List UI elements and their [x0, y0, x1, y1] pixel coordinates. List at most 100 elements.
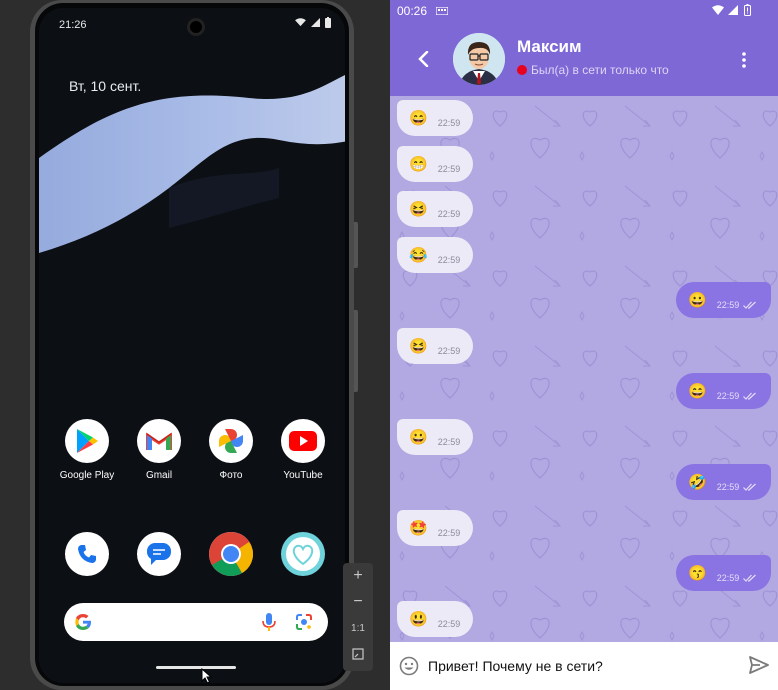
outgoing-message[interactable]: 😀 22:59: [676, 282, 771, 318]
android-status-icons: [295, 17, 331, 28]
message-time: 22:59: [437, 345, 461, 356]
message-time: 22:59: [437, 163, 461, 174]
read-checkmarks-icon: [743, 301, 757, 309]
app-label: YouTube: [283, 470, 323, 481]
fit-screen-icon: [352, 648, 364, 660]
heart-app-icon: [281, 532, 325, 576]
outgoing-message[interactable]: 😙 22:59: [676, 555, 771, 591]
android-status-time: 21:26: [59, 19, 87, 31]
read-checkmarks-icon: [743, 483, 757, 491]
message-time: 22:59: [716, 300, 740, 310]
message-time: 22:59: [437, 527, 461, 538]
message-input-bar: Привет! Почему не в сети?: [390, 642, 778, 690]
emulator-zoom-panel: + − 1:1: [343, 563, 373, 671]
phone-bezel: 21:26 Вт, 10 сент. Google Play Gmail Фот…: [35, 3, 349, 686]
incoming-message[interactable]: 😃 22:59: [397, 600, 473, 637]
phone-icon: [65, 532, 109, 576]
outgoing-message[interactable]: 🤣 22:59: [676, 464, 771, 500]
google-search-bar[interactable]: [64, 603, 328, 641]
incoming-message[interactable]: 😀 22:59: [397, 418, 473, 455]
app-photos[interactable]: Фото: [194, 419, 268, 481]
message-time: 22:59: [437, 118, 461, 128]
battery-alert-icon: [744, 4, 751, 16]
message-emoji: 😆: [409, 337, 428, 355]
notification-icon: [436, 7, 448, 15]
avatar-image: [453, 33, 505, 85]
app-phone[interactable]: [50, 532, 124, 576]
message-time: 22:59: [716, 391, 740, 401]
lens-icon[interactable]: [295, 613, 313, 631]
gmail-icon: [137, 419, 181, 463]
incoming-message[interactable]: 😆 22:59: [397, 191, 473, 227]
message-emoji: 😃: [409, 610, 428, 628]
fit-screen-button[interactable]: [343, 647, 373, 663]
message-emoji: 🤩: [409, 519, 428, 537]
message-time: 22:59: [437, 254, 461, 265]
mic-icon[interactable]: [262, 613, 276, 632]
zoom-ratio-button[interactable]: 1:1: [343, 623, 373, 634]
message-emoji: 😆: [409, 201, 428, 218]
message-time: 22:59: [716, 482, 740, 492]
telegram-status-bar: 00:26: [390, 0, 778, 22]
app-gmail[interactable]: Gmail: [122, 419, 196, 481]
message-emoji: 😁: [409, 155, 428, 173]
back-arrow-icon[interactable]: [417, 51, 429, 67]
chat-area[interactable]: 😄 22:59 😁 22:59 😆 22:59 😂 22:59 😀 22:59 😆 22:59 😄 22:…: [390, 96, 778, 642]
more-options-icon[interactable]: [741, 52, 747, 68]
status-dot: [517, 65, 527, 75]
google-play-icon: [65, 419, 109, 463]
emoji-icon[interactable]: [399, 656, 419, 676]
google-g-icon: [75, 614, 91, 630]
incoming-message[interactable]: 😆 22:59: [397, 327, 473, 364]
message-emoji: 😂: [409, 246, 428, 264]
message-emoji: 😀: [409, 428, 428, 446]
wifi-icon: [295, 18, 306, 27]
telegram-status-time: 00:26: [397, 4, 428, 18]
front-camera: [187, 18, 205, 36]
app-chrome[interactable]: [194, 532, 268, 576]
message-time: 22:59: [437, 209, 461, 219]
home-screen[interactable]: 21:26 Вт, 10 сент. Google Play Gmail Фот…: [39, 8, 345, 683]
app-google-play[interactable]: Google Play: [50, 419, 124, 481]
zoom-in-button[interactable]: +: [343, 567, 373, 585]
incoming-message[interactable]: 😂 22:59: [397, 236, 473, 273]
message-emoji: 🤣: [688, 474, 707, 491]
chat-header: Максим Был(а) в сети только что: [390, 22, 778, 96]
app-label: Google Play: [59, 470, 115, 481]
zoom-out-button[interactable]: −: [343, 593, 373, 611]
chrome-icon: [209, 532, 253, 576]
app-label: Фото: [219, 470, 243, 481]
messages-icon: [137, 532, 181, 576]
message-emoji: 😀: [688, 292, 707, 309]
send-icon[interactable]: [749, 656, 769, 674]
gesture-bar[interactable]: [156, 666, 236, 669]
signal-icon: [311, 18, 320, 27]
app-youtube[interactable]: YouTube: [266, 419, 340, 481]
read-checkmarks-icon: [743, 574, 757, 582]
contact-avatar[interactable]: [453, 33, 505, 85]
app-messages[interactable]: [122, 532, 196, 576]
incoming-message[interactable]: 😁 22:59: [397, 145, 473, 182]
incoming-message[interactable]: 🤩 22:59: [397, 509, 473, 546]
message-input-field[interactable]: Привет! Почему не в сети?: [428, 658, 603, 674]
outgoing-message[interactable]: 😄 22:59: [676, 373, 771, 409]
wallpaper-wave: [39, 75, 345, 253]
message-time: 22:59: [716, 573, 740, 583]
contact-status: Был(а) в сети только что: [517, 63, 669, 77]
message-time: 22:59: [437, 436, 461, 447]
wifi-icon: [712, 5, 724, 15]
volume-button[interactable]: [354, 310, 358, 392]
contact-status-text: Был(а) в сети только что: [531, 63, 669, 77]
message-emoji: 😄: [409, 110, 428, 127]
contact-name: Максим: [517, 37, 582, 56]
photos-icon: [209, 419, 253, 463]
battery-icon: [325, 17, 331, 28]
app-heart[interactable]: [266, 532, 340, 576]
power-button[interactable]: [354, 222, 358, 268]
mouse-cursor-icon: [201, 668, 213, 683]
youtube-icon: [281, 419, 325, 463]
message-time: 22:59: [437, 618, 461, 629]
app-label: Gmail: [145, 470, 173, 481]
incoming-message[interactable]: 😄 22:59: [397, 100, 473, 136]
read-checkmarks-icon: [743, 392, 757, 400]
